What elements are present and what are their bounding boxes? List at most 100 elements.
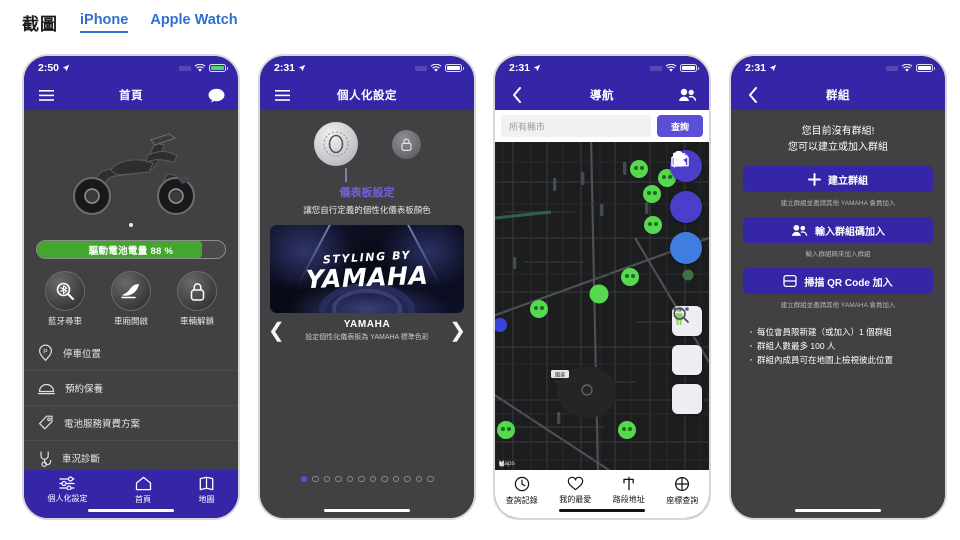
tabbar-item-home[interactable]: 首頁 xyxy=(135,476,152,505)
quick-action-bluetooth-find[interactable]: 藍牙尋車 xyxy=(34,271,96,327)
status-right xyxy=(179,63,228,73)
chat-bubble-icon[interactable] xyxy=(205,84,227,106)
dashboard-theme-card[interactable]: STYLING BY YAMAHA xyxy=(270,225,464,313)
hamburger-menu-icon[interactable] xyxy=(271,84,293,106)
group-people-icon[interactable] xyxy=(676,84,698,106)
stethoscope-icon xyxy=(40,451,52,467)
pager-dot[interactable] xyxy=(427,475,434,482)
quick-action-label: 藍牙尋車 xyxy=(47,316,82,326)
quick-action-seat-open[interactable]: 車廂開啟 xyxy=(100,271,162,327)
battery-icon xyxy=(916,63,935,73)
garage-vehicle-icon[interactable] xyxy=(670,151,702,223)
service-dome-icon xyxy=(38,383,55,395)
create-group-button[interactable]: 建立群組 xyxy=(743,166,933,192)
hamburger-menu-icon[interactable] xyxy=(35,84,57,106)
more-dots-icon[interactable] xyxy=(672,307,702,414)
quick-action-unlock[interactable]: 車輛解鎖 xyxy=(166,271,228,327)
nav-bar: 群組 xyxy=(731,80,945,110)
tabbar-label: 個人化設定 xyxy=(47,494,88,503)
lock-icon[interactable] xyxy=(391,129,421,159)
apple-logo-icon xyxy=(499,461,505,467)
pager-dot[interactable] xyxy=(381,475,388,482)
join-by-code-button[interactable]: 輸入群組碼加入 xyxy=(743,217,933,243)
search-input[interactable]: 所有縣市 xyxy=(501,115,651,137)
chevron-back-icon[interactable] xyxy=(742,84,764,106)
create-group-label: 建立群組 xyxy=(828,175,868,187)
pager-dot[interactable] xyxy=(369,475,376,482)
section-subtitle: 讓您自行定義的個性化儀表板顏色 xyxy=(303,205,431,215)
search-bar: 所有縣市 查詢 xyxy=(495,110,709,142)
navigation-screen: 2:31 導航 所有縣市 查詢 國道 Maps 查詢記錄 我的最愛 路段地址 座… xyxy=(495,56,709,518)
menu-item-service-booking[interactable]: 預約保養 xyxy=(24,370,238,405)
location-arrow-icon xyxy=(769,64,777,72)
magnifier-icon[interactable] xyxy=(672,307,702,375)
status-left: 2:50 xyxy=(38,62,70,74)
road-sign-icon xyxy=(623,476,634,491)
tab-apple-watch[interactable]: Apple Watch xyxy=(150,12,237,33)
tabbar-item-coordinates[interactable]: 座標查詢 xyxy=(666,476,698,506)
chevron-right-icon[interactable]: ❯ xyxy=(449,321,466,341)
bottom-tab-bar: 查詢記錄 我的最愛 路段地址 座標查詢 xyxy=(495,470,709,518)
bottom-tab-bar: 個人化設定 首頁 地圖 xyxy=(24,470,238,518)
chevron-back-icon[interactable] xyxy=(506,84,528,106)
tabbar-label: 地圖 xyxy=(198,495,215,504)
empty-state-line2: 您可以建立或加入群組 xyxy=(788,142,888,153)
search-button[interactable]: 查詢 xyxy=(657,115,703,137)
pager-dot[interactable] xyxy=(312,475,319,482)
menu-item-label: 電池服務資費方案 xyxy=(64,419,141,430)
crosshair-icon xyxy=(675,476,690,492)
quick-action-label: 車輛解鎖 xyxy=(179,316,214,326)
dashboard-dial-icon[interactable] xyxy=(313,122,358,166)
pager-dot[interactable] xyxy=(358,475,365,482)
price-tag-icon xyxy=(38,415,53,430)
groups-screen: 2:31 群組 您目前沒有群組! 您可以建立或加入群組 建立群組 建立群組並邀請… xyxy=(731,56,945,518)
status-time: 2:50 xyxy=(38,62,60,74)
location-arrow-icon xyxy=(298,64,306,72)
tabbar-label: 座標查詢 xyxy=(666,496,699,505)
card-caption-title: YAMAHA xyxy=(343,319,391,330)
battery-bar: 驅動電池電量 88 % xyxy=(36,240,226,259)
personalization-body: 儀表板設定 讓您自行定義的個性化儀表板顏色 STYLING BY YAMAHA … xyxy=(260,110,474,518)
chevron-left-icon[interactable]: ❮ xyxy=(268,321,285,341)
tabbar-item-history[interactable]: 查詢記錄 xyxy=(506,476,538,506)
scooter-image xyxy=(73,133,195,215)
home-indicator xyxy=(324,508,410,512)
tabbar-label: 首頁 xyxy=(135,495,151,504)
pager-dot[interactable] xyxy=(415,475,422,482)
tabbar-label: 路段地址 xyxy=(612,495,645,504)
scan-qr-button[interactable]: 掃描 QR Code 加入 xyxy=(743,268,933,294)
pager-dot[interactable] xyxy=(323,475,330,482)
phone-screenshot-groups: 2:31 群組 您目前沒有群組! 您可以建立或加入群組 建立群組 建立群組並邀請… xyxy=(729,54,947,520)
pager-dot[interactable] xyxy=(335,475,342,482)
tabbar-item-favorites[interactable]: 我的最愛 xyxy=(559,476,591,505)
menu-item-label: 車況診斷 xyxy=(62,454,101,465)
map-action-buttons xyxy=(670,150,702,264)
pager-dot[interactable] xyxy=(404,475,411,482)
map-view[interactable]: 國道 Maps xyxy=(495,142,709,470)
pager-dot[interactable] xyxy=(346,475,353,482)
status-time: 2:31 xyxy=(274,62,296,74)
battery-icon xyxy=(209,63,228,73)
menu-item-battery-plan[interactable]: 電池服務資費方案 xyxy=(24,405,238,440)
tabbar-item-personalization[interactable]: 個人化設定 xyxy=(48,476,88,504)
signal-icon xyxy=(886,65,898,71)
empty-state-message: 您目前沒有群組! 您可以建立或加入群組 xyxy=(731,110,945,156)
pager-dot[interactable] xyxy=(392,475,399,482)
tab-iphone[interactable]: iPhone xyxy=(80,12,129,33)
tabbar-item-road-address[interactable]: 路段地址 xyxy=(613,476,645,505)
status-time: 2:31 xyxy=(745,62,767,74)
tools-wrench-icon[interactable] xyxy=(670,152,702,264)
menu-item-parking[interactable]: P 停車位置 xyxy=(24,335,238,370)
group-rule-item: 群組內成員可在地圖上檢視彼此位置 xyxy=(749,352,945,367)
pager-dot[interactable] xyxy=(300,475,307,482)
location-arrow-icon xyxy=(533,64,541,72)
map-icon xyxy=(199,476,214,491)
tabbar-item-map[interactable]: 地圖 xyxy=(199,476,215,505)
page-title: 截圖 xyxy=(22,14,58,34)
join-by-code-label: 輸入群組碼加入 xyxy=(815,226,885,238)
theme-pager-dots[interactable] xyxy=(260,475,474,482)
group-rule-item: 每位會員限新建（或加入）1 個群組 xyxy=(749,324,945,339)
home-indicator xyxy=(795,508,881,512)
quick-action-row: 藍牙尋車 車廂開啟 車輛解鎖 xyxy=(24,259,238,331)
menu-item-label: 停車位置 xyxy=(63,348,102,360)
